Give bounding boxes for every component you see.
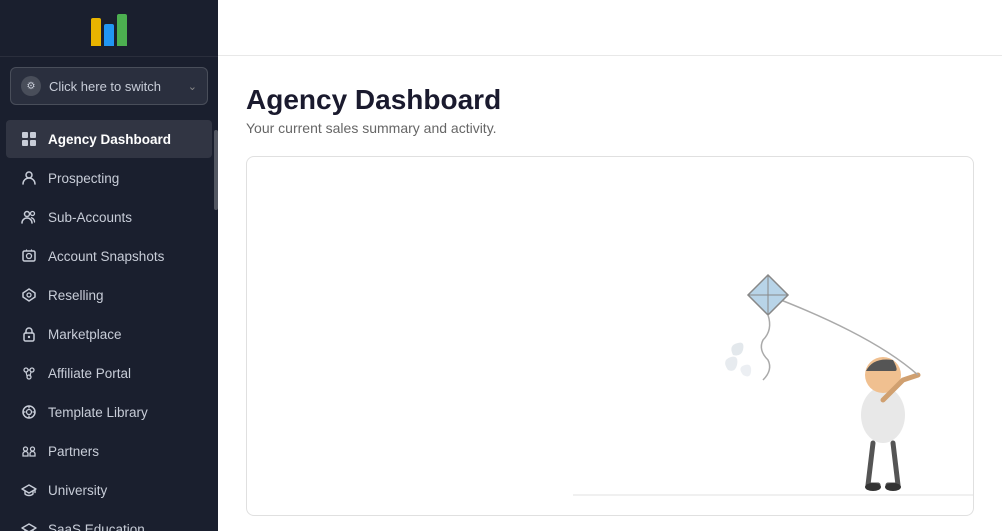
template-icon (20, 403, 38, 421)
logo-bar-yellow (91, 18, 101, 46)
sidebar-label-affiliate-portal: Affiliate Portal (48, 366, 131, 381)
content-card (246, 156, 974, 516)
switch-icon: ⚙ (21, 76, 41, 96)
sidebar-item-university[interactable]: University (6, 471, 212, 509)
page-title: Agency Dashboard (246, 84, 974, 116)
sidebar-label-sub-accounts: Sub-Accounts (48, 210, 132, 225)
sidebar-item-saas-education[interactable]: SaaS Education (6, 510, 212, 531)
sidebar-item-prospecting[interactable]: Prospecting (6, 159, 212, 197)
sidebar-label-account-snapshots: Account Snapshots (48, 249, 164, 264)
sidebar-label-template-library: Template Library (48, 405, 148, 420)
saas-education-icon (20, 520, 38, 531)
sidebar-item-partners[interactable]: Partners (6, 432, 212, 470)
sidebar-item-sub-accounts[interactable]: Sub-Accounts (6, 198, 212, 236)
content-area: Agency Dashboard Your current sales summ… (218, 56, 1002, 531)
logo-bar-blue (104, 24, 114, 46)
sidebar-label-partners: Partners (48, 444, 99, 459)
top-bar (218, 0, 1002, 56)
logo-bar-green (117, 14, 127, 46)
sidebar-label-saas-education: SaaS Education (48, 522, 145, 531)
sidebar: ⚙ Click here to switch ⌄ Agency Dashboar… (0, 0, 218, 531)
sidebar-label-prospecting: Prospecting (48, 171, 119, 186)
main-content: Agency Dashboard Your current sales summ… (218, 0, 1002, 531)
snapshot-icon (20, 247, 38, 265)
sidebar-label-reselling: Reselling (48, 288, 104, 303)
sidebar-item-affiliate-portal[interactable]: Affiliate Portal (6, 354, 212, 392)
switch-label: Click here to switch (49, 79, 161, 94)
affiliate-icon (20, 364, 38, 382)
sidebar-label-agency-dashboard: Agency Dashboard (48, 132, 171, 147)
grid-icon (20, 130, 38, 148)
graduation-icon (20, 481, 38, 499)
sidebar-label-university: University (48, 483, 107, 498)
lock-icon (20, 325, 38, 343)
nav-list: Agency Dashboard Prospecting Sub-Acc (0, 115, 218, 531)
person-icon (20, 169, 38, 187)
sidebar-label-marketplace: Marketplace (48, 327, 122, 342)
logo-area (0, 0, 218, 57)
partners-icon (20, 442, 38, 460)
sidebar-item-reselling[interactable]: Reselling (6, 276, 212, 314)
sidebar-item-template-library[interactable]: Template Library (6, 393, 212, 431)
sidebar-item-marketplace[interactable]: Marketplace (6, 315, 212, 353)
users-icon (20, 208, 38, 226)
page-subtitle: Your current sales summary and activity. (246, 120, 974, 136)
reselling-icon (20, 286, 38, 304)
logo (91, 14, 127, 46)
switch-button[interactable]: ⚙ Click here to switch ⌄ (10, 67, 208, 105)
chevron-down-icon: ⌄ (188, 80, 197, 93)
sidebar-item-agency-dashboard[interactable]: Agency Dashboard (6, 120, 212, 158)
illustration (573, 175, 973, 515)
sidebar-item-account-snapshots[interactable]: Account Snapshots (6, 237, 212, 275)
